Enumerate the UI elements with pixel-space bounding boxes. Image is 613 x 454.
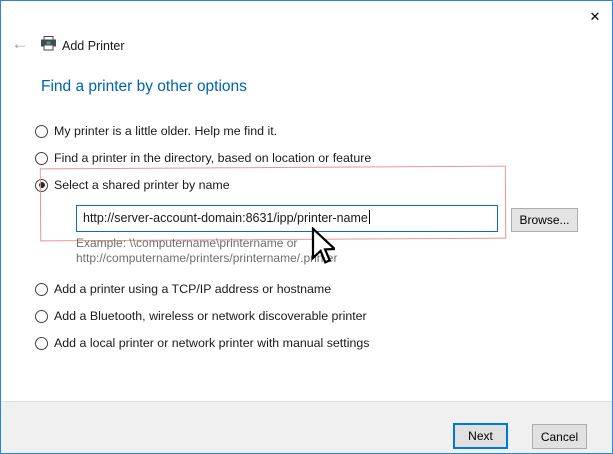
option-older-printer[interactable]: My printer is a little older. Help me fi… bbox=[35, 124, 277, 138]
option-label: Find a printer in the directory, based o… bbox=[54, 151, 371, 165]
footer-bar bbox=[1, 401, 612, 453]
back-arrow-icon[interactable]: ← bbox=[11, 35, 29, 53]
radio-icon[interactable] bbox=[35, 310, 48, 323]
option-label: Add a Bluetooth, wireless or network dis… bbox=[54, 309, 367, 323]
browse-button[interactable]: Browse... bbox=[511, 208, 578, 232]
radio-icon[interactable] bbox=[35, 152, 48, 165]
option-label: Add a local printer or network printer w… bbox=[54, 336, 369, 350]
radio-icon-selected[interactable] bbox=[35, 179, 48, 192]
example-line-1: Example: \\computername\printername or bbox=[76, 236, 337, 251]
add-printer-window: ✕ ← Add Printer Find a printer by other … bbox=[0, 0, 613, 454]
radio-icon[interactable] bbox=[35, 125, 48, 138]
page-title: Find a printer by other options bbox=[41, 78, 247, 96]
radio-icon[interactable] bbox=[35, 283, 48, 296]
option-label: Select a shared printer by name bbox=[54, 178, 230, 192]
option-label: Add a printer using a TCP/IP address or … bbox=[54, 282, 331, 296]
option-tcpip-address[interactable]: Add a printer using a TCP/IP address or … bbox=[35, 282, 331, 296]
option-local-printer-manual[interactable]: Add a local printer or network printer w… bbox=[35, 336, 369, 350]
option-find-in-directory[interactable]: Find a printer in the directory, based o… bbox=[35, 151, 371, 165]
shared-printer-url-input[interactable]: http://server-account-domain:8631/ipp/pr… bbox=[76, 205, 498, 232]
option-bluetooth-wireless[interactable]: Add a Bluetooth, wireless or network dis… bbox=[35, 309, 367, 323]
url-input-value: http://server-account-domain:8631/ipp/pr… bbox=[83, 211, 368, 225]
close-icon[interactable]: ✕ bbox=[586, 8, 604, 26]
example-line-2: http://computername/printers/printername… bbox=[76, 251, 337, 266]
cancel-button[interactable]: Cancel bbox=[532, 424, 587, 449]
window-title: Add Printer bbox=[62, 39, 125, 53]
next-button[interactable]: Next bbox=[453, 423, 508, 449]
printer-icon bbox=[40, 35, 57, 52]
option-shared-printer-by-name[interactable]: Select a shared printer by name bbox=[35, 178, 230, 192]
radio-icon[interactable] bbox=[35, 337, 48, 350]
option-label: My printer is a little older. Help me fi… bbox=[54, 124, 277, 138]
text-caret bbox=[369, 210, 370, 224]
example-text: Example: \\computername\printername or h… bbox=[76, 236, 337, 265]
